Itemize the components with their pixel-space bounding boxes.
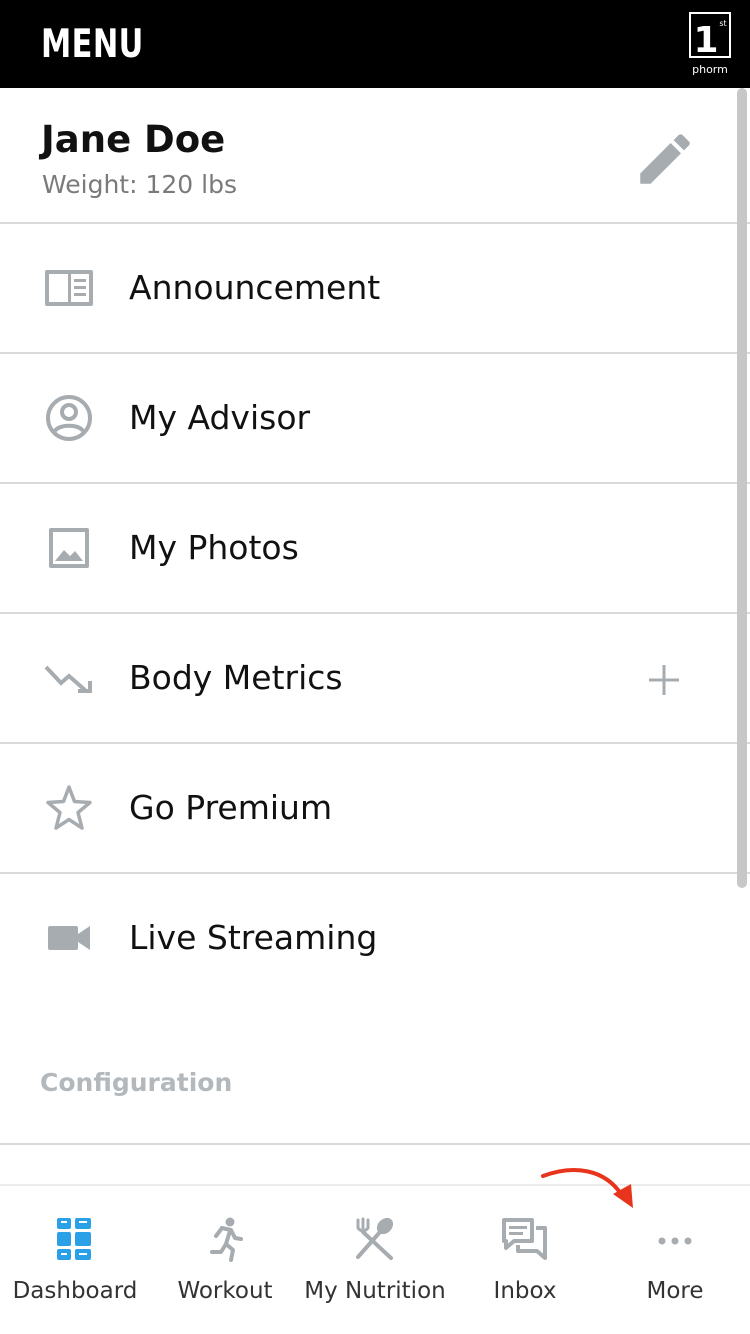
- menu-item-my-photos[interactable]: My Photos: [0, 484, 750, 614]
- menu-item-label: My Photos: [129, 528, 299, 567]
- menu-item-label: My Advisor: [129, 398, 311, 437]
- star-outline-icon: [46, 785, 92, 830]
- menu-item-live-streaming[interactable]: Live Streaming: [0, 874, 750, 1004]
- section-divider: [0, 1143, 750, 1145]
- brand-logo: 1 st phorm: [689, 12, 731, 76]
- menu-item-label: Live Streaming: [129, 918, 378, 957]
- configuration-section-title: Configuration: [40, 1068, 233, 1097]
- tab-label: Inbox: [493, 1278, 557, 1304]
- menu-content[interactable]: Jane Doe Weight: 120 lbs Announcement My…: [0, 88, 750, 1184]
- image-icon: [49, 528, 89, 568]
- tab-workout[interactable]: Workout: [150, 1186, 300, 1334]
- pencil-icon[interactable]: [632, 126, 698, 192]
- tab-dashboard[interactable]: Dashboard: [0, 1186, 150, 1334]
- menu-item-label: Body Metrics: [129, 658, 343, 697]
- chat-bubbles-icon: [502, 1218, 547, 1260]
- tab-label: Dashboard: [12, 1278, 138, 1304]
- tab-label: Workout: [177, 1278, 273, 1304]
- menu-item-my-advisor[interactable]: My Advisor: [0, 354, 750, 484]
- menu-item-announcement[interactable]: Announcement: [0, 224, 750, 354]
- profile-weight: Weight: 120 lbs: [42, 170, 237, 199]
- tab-my-nutrition[interactable]: My Nutrition: [300, 1186, 450, 1334]
- running-icon: [210, 1217, 243, 1262]
- scrollbar-thumb[interactable]: [737, 88, 747, 888]
- bottom-tab-bar: Dashboard Workout My Nutrition Inbox Mor…: [0, 1184, 750, 1334]
- account-circle-icon: [46, 395, 92, 441]
- profile-card: Jane Doe Weight: 120 lbs: [0, 88, 750, 224]
- dashboard-icon: [57, 1218, 91, 1260]
- more-dots-icon: [658, 1237, 692, 1245]
- logo-number: 1: [693, 20, 718, 61]
- menu-item-go-premium[interactable]: Go Premium: [0, 744, 750, 874]
- trend-down-icon: [44, 665, 92, 693]
- scrollbar[interactable]: [737, 88, 747, 888]
- menu-item-label: Announcement: [129, 268, 381, 307]
- plus-icon[interactable]: [642, 658, 686, 702]
- tab-label: More: [646, 1278, 704, 1304]
- tab-label: My Nutrition: [304, 1278, 446, 1304]
- video-camera-icon: [48, 926, 90, 950]
- tab-inbox[interactable]: Inbox: [450, 1186, 600, 1334]
- newspaper-icon: [45, 270, 93, 306]
- tab-more[interactable]: More: [600, 1186, 750, 1334]
- page-title: MENU: [41, 22, 144, 67]
- app-header: MENU 1 st phorm: [0, 0, 750, 88]
- menu-item-body-metrics[interactable]: Body Metrics: [0, 614, 750, 744]
- profile-name: Jane Doe: [41, 118, 226, 161]
- menu-item-label: Go Premium: [129, 788, 333, 827]
- fork-spoon-icon: [356, 1217, 394, 1260]
- logo-subtext: phorm: [692, 63, 728, 76]
- logo-superscript: st: [719, 19, 726, 28]
